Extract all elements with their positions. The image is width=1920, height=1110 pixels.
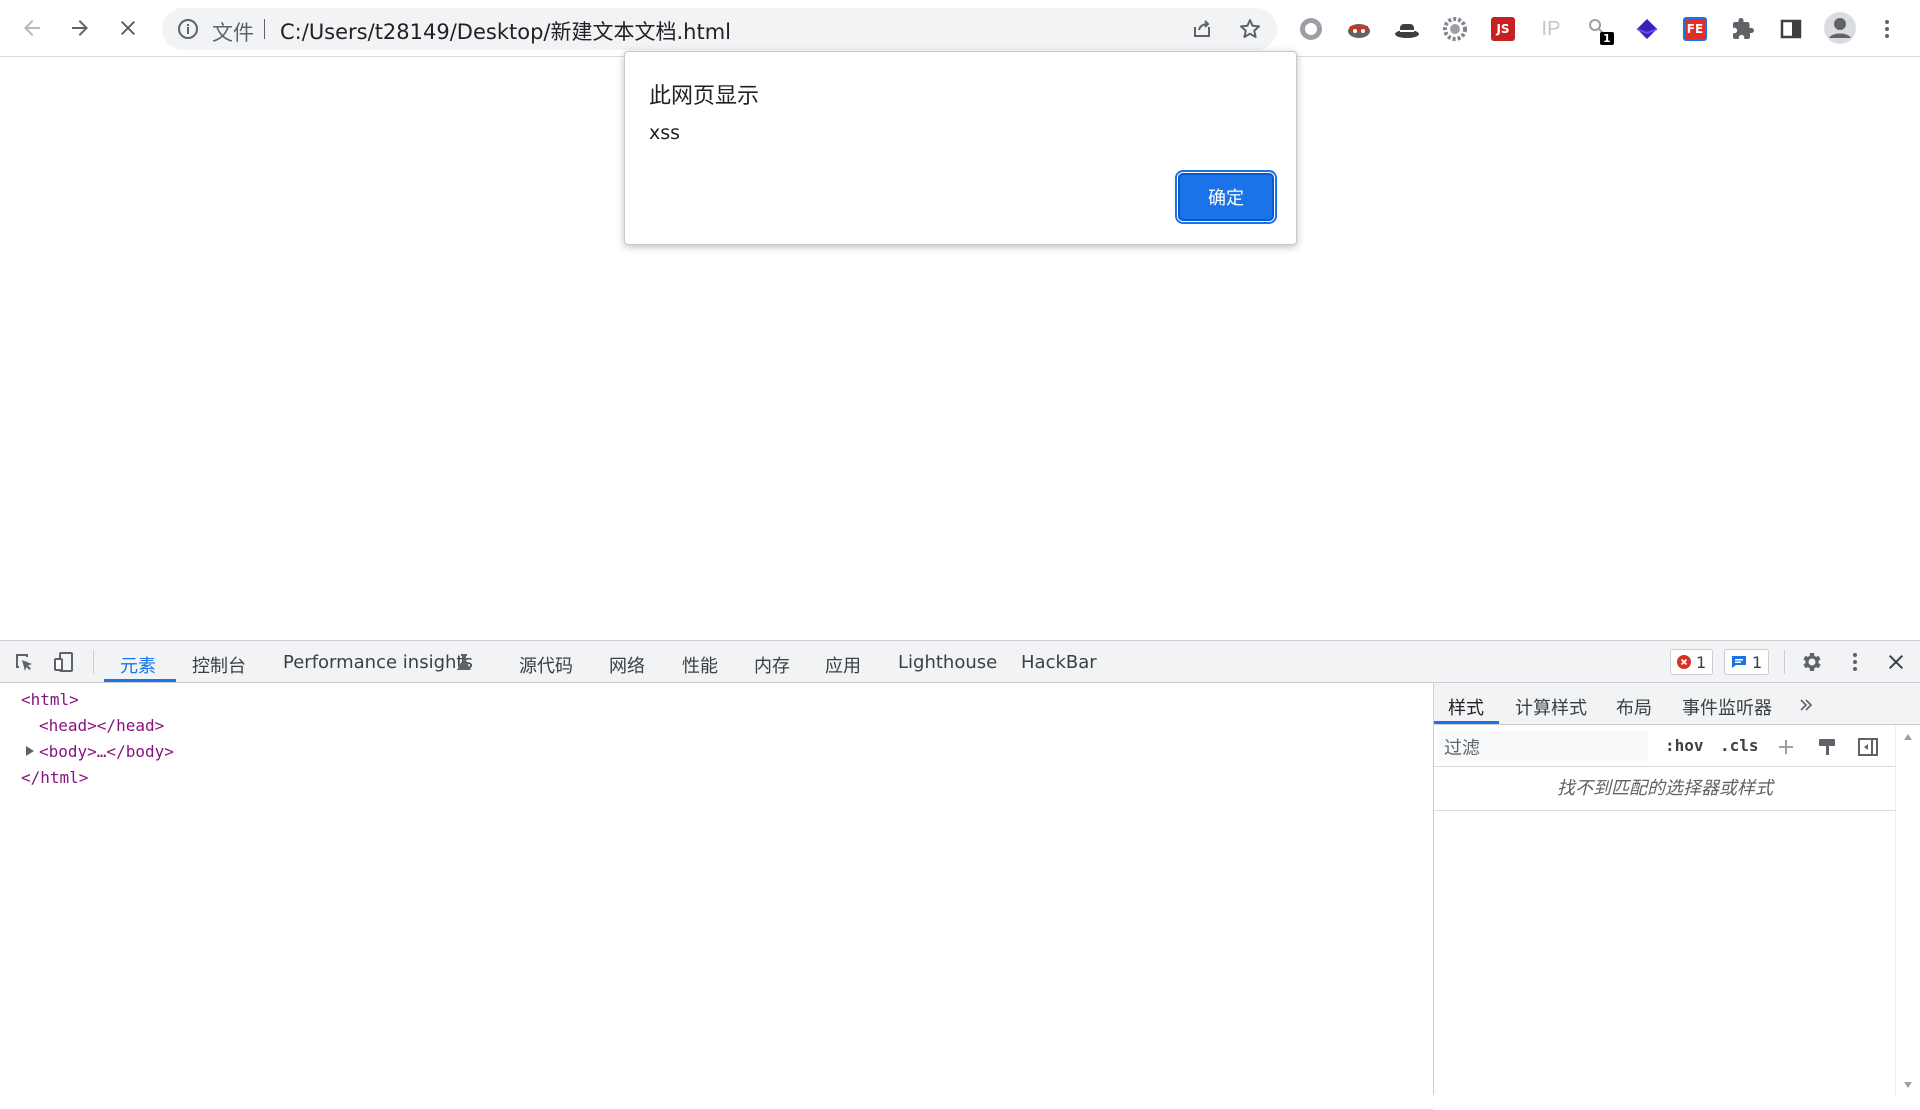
dialog-message: xss — [649, 122, 681, 144]
cls-toggle[interactable]: .cls — [1720, 736, 1759, 755]
key-extension-icon[interactable]: 1 — [1586, 16, 1614, 45]
tab-performance-insights[interactable]: Performance insights — [283, 652, 473, 673]
ip-label: IP — [1541, 17, 1561, 40]
expand-triangle-icon[interactable] — [26, 746, 34, 756]
star-icon[interactable] — [1238, 17, 1262, 41]
share-icon[interactable] — [1190, 17, 1214, 41]
no-styles-message: 找不到匹配的选择器或样式 — [1434, 767, 1896, 811]
dom-node-html-close[interactable]: </html> — [21, 768, 88, 787]
side-panel-icon[interactable] — [1778, 16, 1804, 42]
dom-node-html-open[interactable]: <html> — [21, 690, 79, 709]
stop-loading-button[interactable] — [110, 10, 146, 46]
message-count-badge[interactable]: 1 — [1724, 649, 1770, 675]
tab-event-listeners[interactable]: 事件监听器 — [1682, 694, 1772, 720]
settings-gear-icon[interactable] — [1799, 650, 1823, 674]
devtools-menu-icon[interactable] — [1843, 650, 1867, 674]
ip-extension-icon[interactable]: IP — [1538, 16, 1564, 42]
tab-memory[interactable]: 内存 — [754, 652, 790, 678]
url-text[interactable]: C:/Users/t28149/Desktop/新建文本文档.html — [280, 16, 731, 46]
styles-filter-bar: 过滤 :hov .cls — [1434, 725, 1920, 767]
paint-brush-icon[interactable] — [1816, 736, 1838, 758]
back-button[interactable] — [14, 10, 50, 46]
styles-active-indicator — [1434, 721, 1499, 724]
puzzle-icon[interactable] — [1730, 16, 1756, 42]
tab-console[interactable]: 控制台 — [192, 652, 246, 678]
browser-toolbar: 文件 C:/Users/t28149/Desktop/新建文本文档.html J… — [0, 0, 1920, 57]
stack-extension-icon[interactable] — [1634, 16, 1660, 42]
error-count: 1 — [1696, 652, 1707, 672]
tab-elements[interactable]: 元素 — [120, 652, 156, 678]
tab-layout[interactable]: 布局 — [1616, 694, 1652, 720]
tab-sources[interactable]: 源代码 — [519, 652, 573, 678]
elements-tree: <html> <head></head> <body>…</body> </ht… — [0, 683, 1433, 1110]
scroll-up-icon[interactable] — [1903, 733, 1913, 741]
tabbar-divider — [93, 650, 94, 674]
device-toolbar-icon[interactable] — [52, 650, 76, 674]
styles-pane: 样式 计算样式 布局 事件监听器 过滤 :hov .cls 找不到匹配的选择器或… — [1433, 683, 1920, 1095]
arrow-left-icon — [24, 20, 40, 36]
dom-node-body[interactable]: <body>…</body> — [39, 742, 174, 761]
profile-avatar-icon[interactable] — [1824, 12, 1856, 44]
styles-tabbar: 样式 计算样式 布局 事件监听器 — [1434, 683, 1920, 725]
fe-extension-icon[interactable]: FE — [1682, 16, 1708, 42]
toggle-sidebar-icon[interactable] — [1857, 736, 1879, 758]
devtools-panel: 元素 控制台 Performance insights 源代码 网络 性能 内存… — [0, 640, 1920, 1110]
js-label: JS — [1491, 17, 1515, 41]
devtools-tabbar: 元素 控制台 Performance insights 源代码 网络 性能 内存… — [0, 641, 1920, 683]
active-tab-indicator — [104, 679, 176, 682]
chevron-double-right-icon[interactable] — [1798, 697, 1814, 713]
ok-button[interactable]: 确定 — [1175, 170, 1277, 224]
tab-computed[interactable]: 计算样式 — [1515, 694, 1587, 720]
experiment-flask-icon — [457, 654, 471, 670]
forward-button[interactable] — [62, 10, 98, 46]
tab-hackbar[interactable]: HackBar — [1021, 652, 1097, 673]
hat-icon[interactable] — [1394, 16, 1420, 42]
inspect-element-icon[interactable] — [12, 650, 36, 674]
omnibox-divider — [264, 19, 265, 39]
gear-extension-icon[interactable] — [1442, 16, 1468, 42]
alert-dialog: 此网页显示 xss 确定 — [624, 51, 1297, 245]
close-devtools-icon[interactable] — [1884, 650, 1908, 674]
dom-node-head[interactable]: <head></head> — [39, 716, 164, 735]
message-icon — [1732, 656, 1746, 668]
message-count: 1 — [1752, 652, 1763, 672]
tabbar-divider-right — [1784, 650, 1785, 674]
tab-performance[interactable]: 性能 — [682, 652, 718, 678]
menu-kebab-icon[interactable] — [1874, 16, 1900, 42]
plus-icon[interactable] — [1776, 737, 1796, 757]
fe-label: FE — [1683, 17, 1707, 41]
info-icon[interactable] — [176, 17, 200, 41]
tab-lighthouse[interactable]: Lighthouse — [898, 652, 997, 673]
tab-network[interactable]: 网络 — [609, 652, 645, 678]
scroll-down-icon[interactable] — [1903, 1081, 1913, 1089]
filter-input[interactable]: 过滤 — [1438, 731, 1648, 761]
error-count-badge[interactable]: 1 — [1670, 649, 1714, 675]
record-icon[interactable] — [1298, 16, 1324, 42]
arrow-right-icon — [72, 20, 88, 36]
extension-badge: 1 — [1600, 32, 1614, 45]
scheme-label: 文件 — [212, 21, 254, 45]
dialog-title: 此网页显示 — [649, 84, 760, 109]
error-icon — [1677, 655, 1691, 669]
mask-icon[interactable] — [1346, 16, 1372, 42]
js-extension-icon[interactable]: JS — [1490, 16, 1516, 42]
address-bar[interactable]: 文件 C:/Users/t28149/Desktop/新建文本文档.html — [162, 8, 1277, 50]
tab-styles[interactable]: 样式 — [1448, 694, 1484, 720]
hov-toggle[interactable]: :hov — [1665, 736, 1704, 755]
tab-application[interactable]: 应用 — [825, 652, 861, 678]
styles-scrollbar[interactable] — [1895, 725, 1920, 1095]
close-icon — [121, 21, 135, 35]
